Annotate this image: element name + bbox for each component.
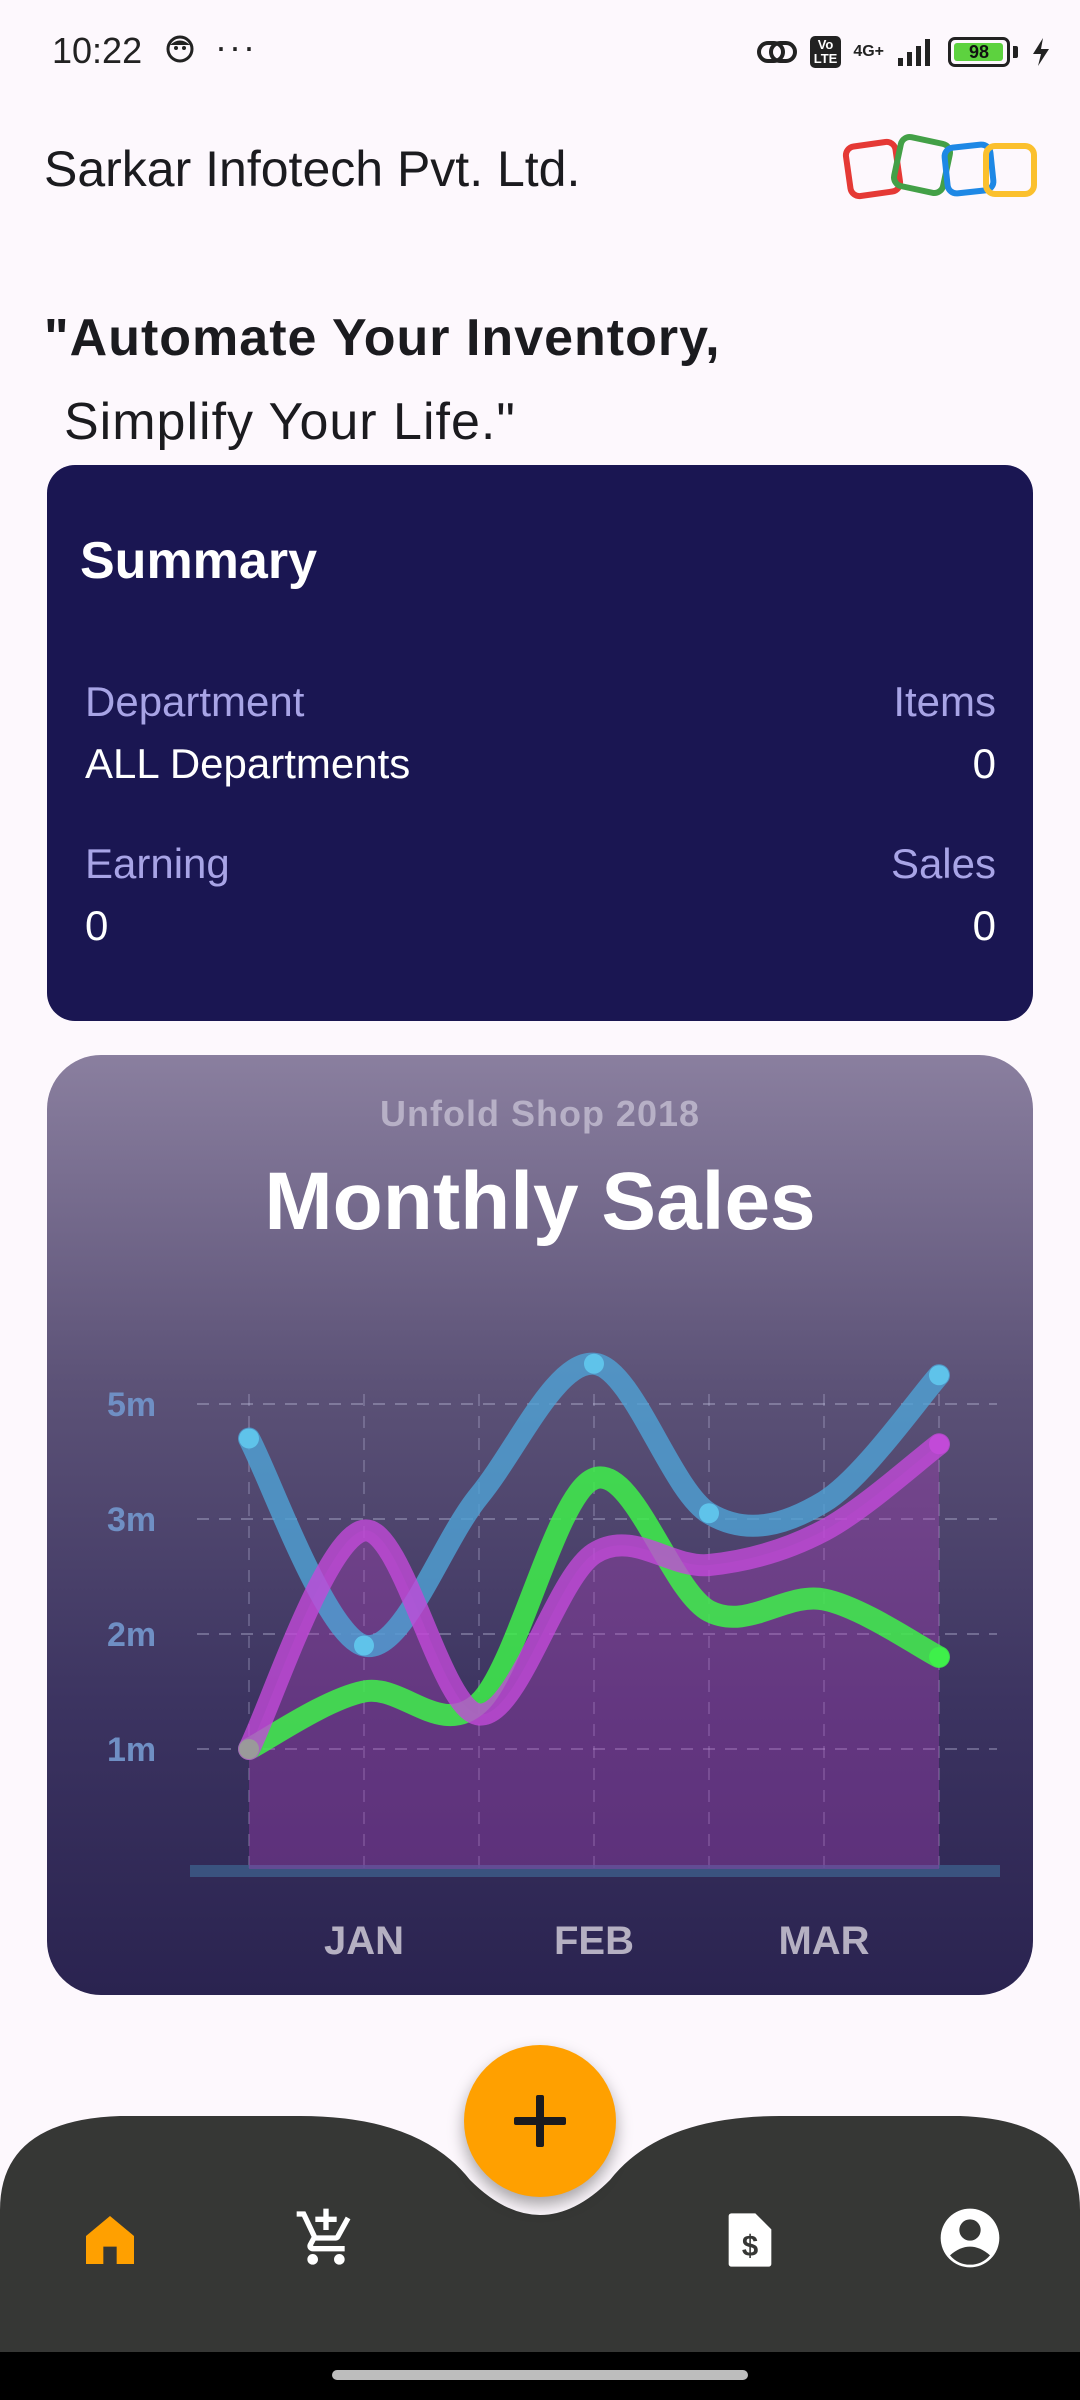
company-name: Sarkar Infotech Pvt. Ltd.: [44, 141, 581, 197]
chart-title: Monthly Sales: [264, 1156, 816, 1247]
home-icon[interactable]: [78, 2208, 142, 2272]
y-tick-label: 5m: [107, 1386, 156, 1424]
status-bar: 10:22 ··· Vo LTE 4G+ 98: [0, 0, 1080, 104]
notification-face-icon: [166, 35, 194, 63]
battery-level: 98: [968, 41, 990, 62]
data-point: [929, 1647, 949, 1667]
y-tick-label: 2m: [107, 1616, 156, 1654]
department-label: Department: [85, 678, 305, 725]
battery-icon: 98: [948, 37, 1010, 67]
plus-icon: [514, 2095, 566, 2147]
invoice-icon[interactable]: $: [718, 2208, 782, 2272]
sales-label: Sales: [890, 840, 996, 887]
y-tick-label: 1m: [107, 1731, 156, 1769]
brand-logo: [842, 134, 1037, 200]
tagline-line-2: Simplify Your Life.": [64, 393, 516, 451]
items-label: Items: [893, 678, 996, 725]
data-point: [929, 1365, 949, 1386]
volte-icon: Vo LTE: [809, 36, 842, 68]
y-tick-label: 3m: [107, 1501, 156, 1539]
svg-text:$: $: [742, 2230, 758, 2263]
tagline: "Automate Your Inventory, Simplify Your …: [44, 296, 721, 464]
charging-icon: [1033, 38, 1049, 66]
chart-subtitle: Unfold Shop 2018: [379, 1093, 701, 1134]
x-tick-label: FEB: [554, 1919, 634, 1963]
status-time: 10:22: [52, 30, 143, 71]
data-point: [699, 1503, 719, 1524]
account-icon[interactable]: [938, 2206, 1002, 2270]
earning-value: 0: [85, 902, 109, 949]
summary-card: Summary Department ALL Departments Items…: [47, 465, 1033, 1021]
earning-label: Earning: [85, 840, 230, 887]
add-cart-icon[interactable]: [294, 2206, 358, 2270]
data-point: [239, 1739, 259, 1759]
department-value[interactable]: ALL Departments: [85, 740, 410, 788]
data-point: [239, 1428, 259, 1449]
summary-title: Summary: [80, 532, 317, 590]
add-fab-button[interactable]: [464, 2045, 616, 2197]
data-point: [584, 1353, 604, 1374]
data-point: [354, 1635, 374, 1656]
network-type: 4G+: [853, 43, 884, 60]
sales-value: 0: [972, 902, 996, 949]
tagline-line-1: "Automate Your Inventory,: [44, 309, 721, 367]
monthly-sales-card: 1m 2m 3m 5m JAN FEB MAR Unfold Shop 2018 Month…: [47, 1055, 1033, 1995]
status-icons: Vo LTE 4G+ 98: [756, 30, 1052, 74]
more-notifications-icon: ···: [215, 26, 257, 67]
x-tick-label: JAN: [324, 1919, 404, 1963]
items-value: 0: [972, 740, 996, 787]
x-tick-label: MAR: [778, 1919, 869, 1963]
signal-icon: [898, 39, 930, 66]
link-icon: [756, 41, 797, 63]
home-gesture-handle[interactable]: [332, 2370, 748, 2380]
data-point: [929, 1434, 949, 1455]
